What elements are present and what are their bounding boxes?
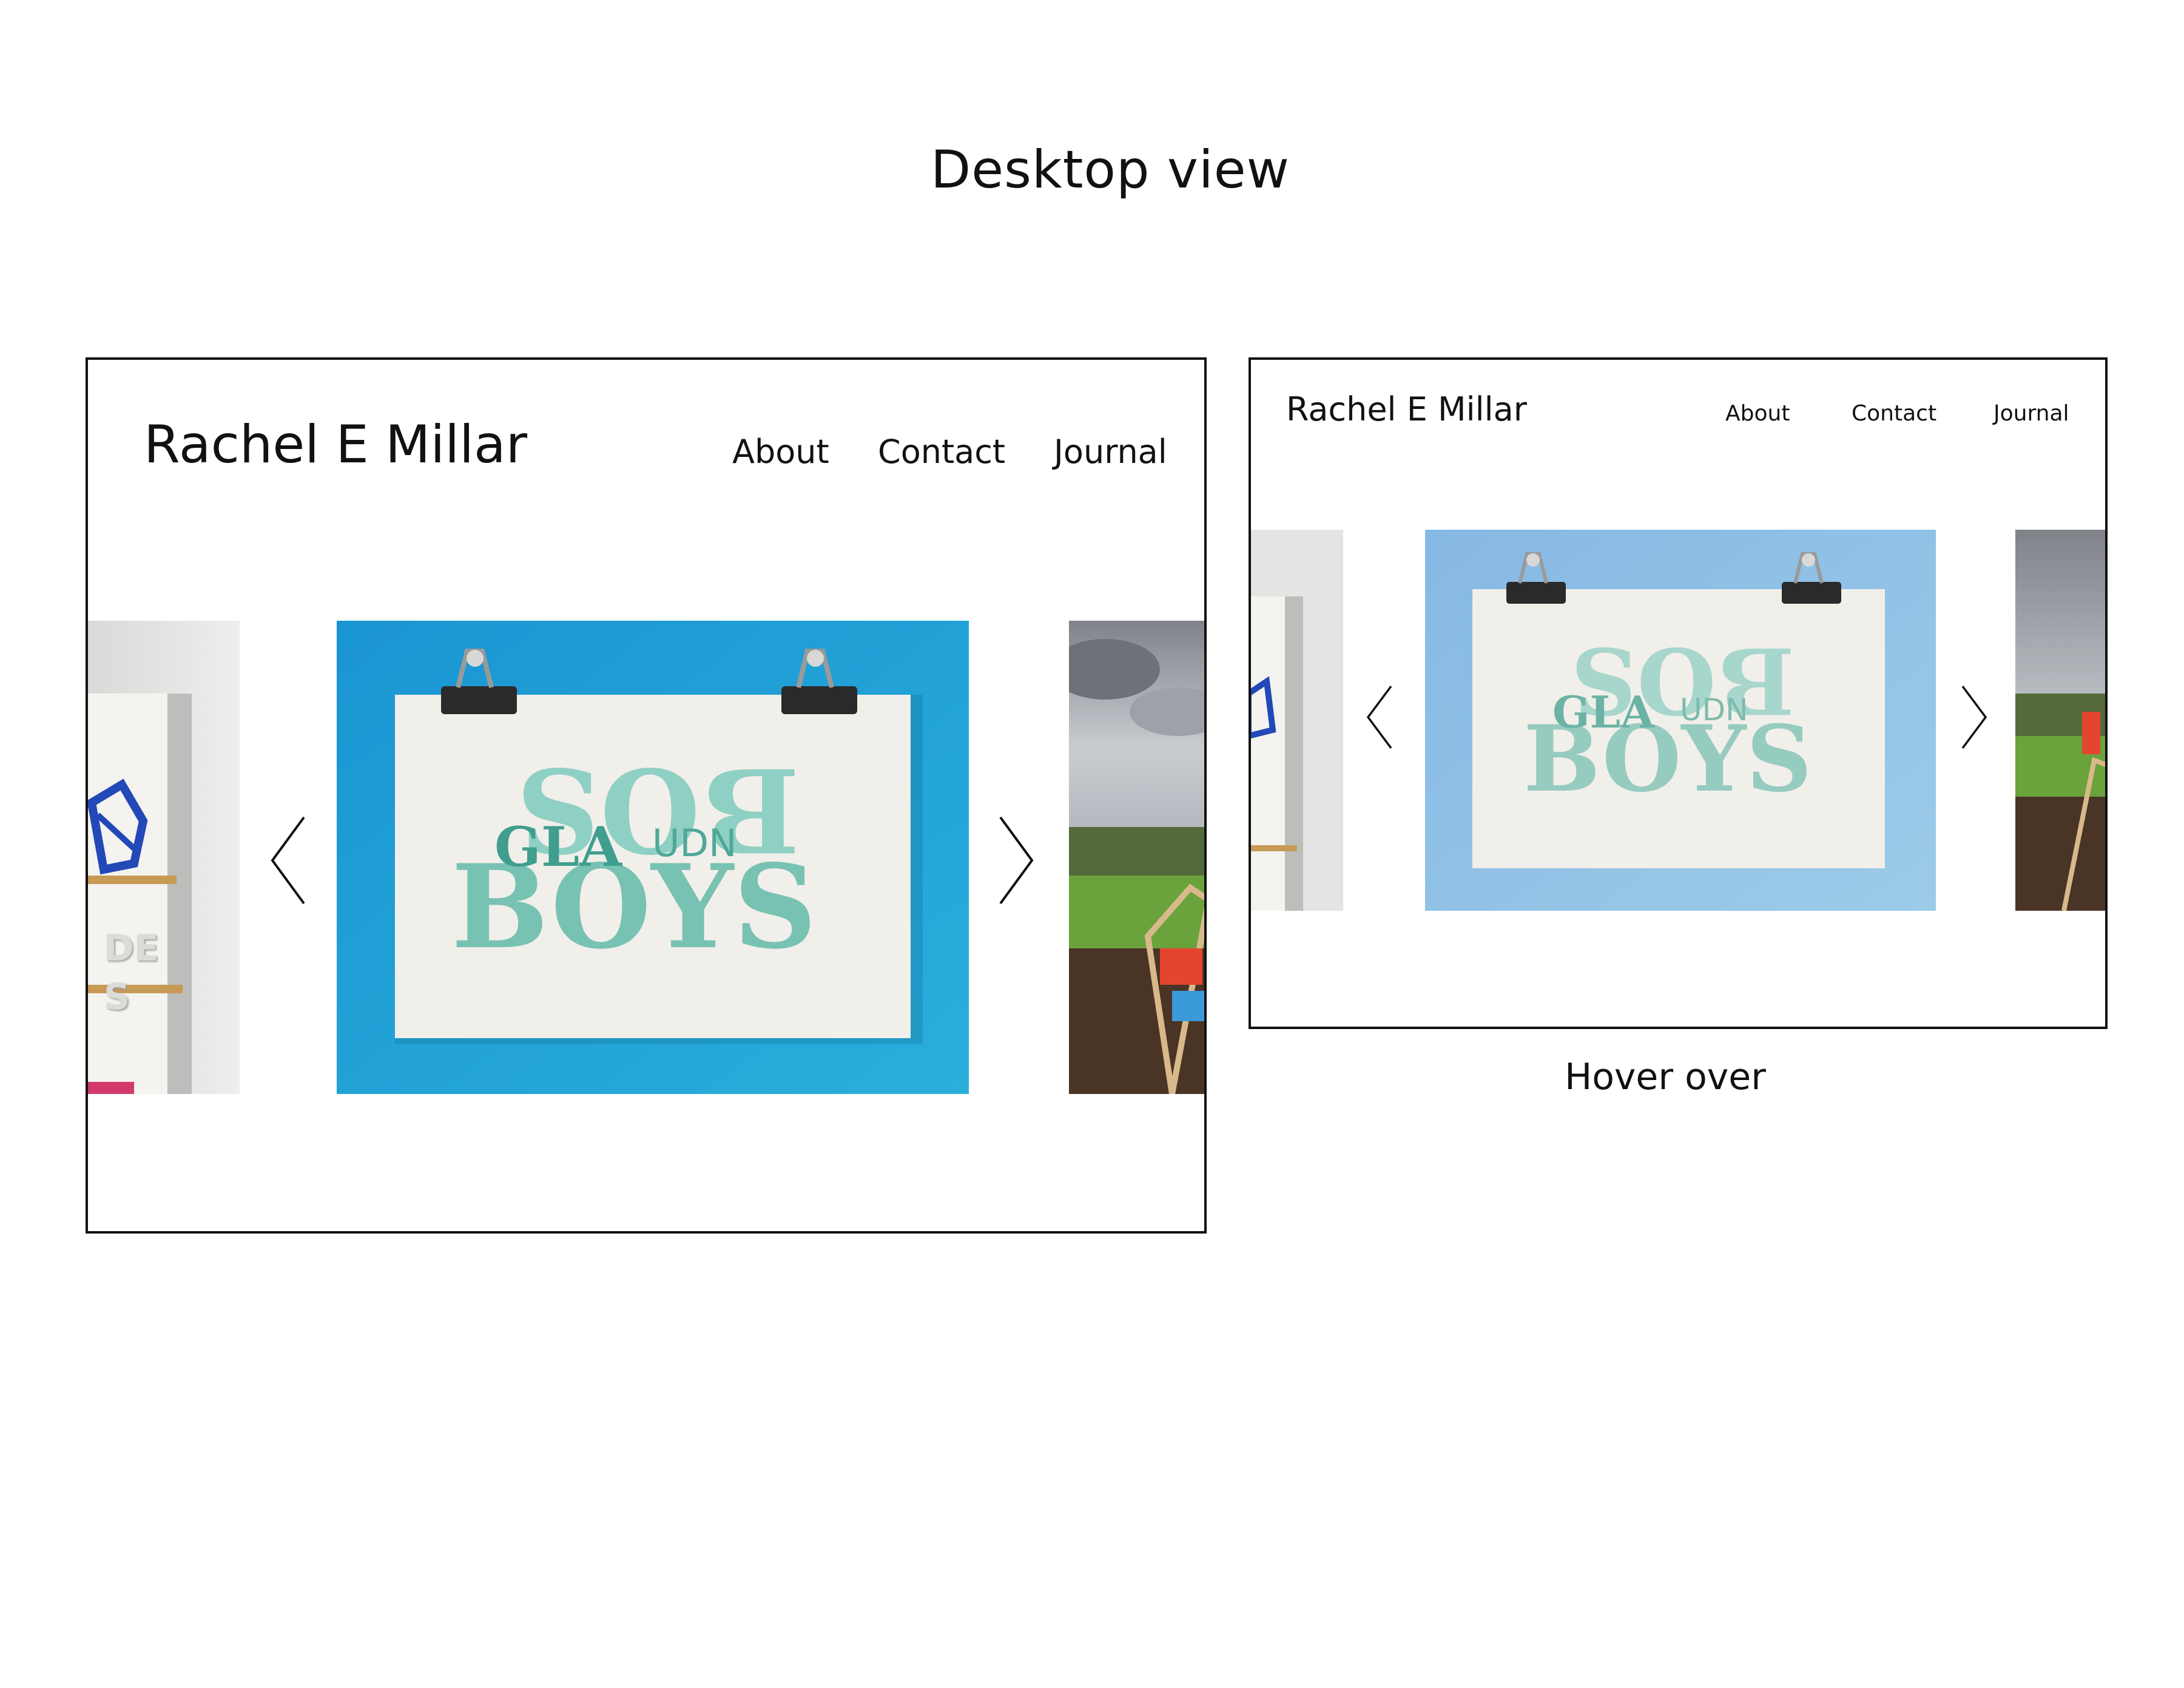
- carousel-current-slide-hover[interactable]: BOS BOYS GLA UDN: [1425, 530, 1936, 911]
- print-text-inner: GLA: [1552, 686, 1654, 738]
- chevron-left-icon[interactable]: [270, 815, 306, 906]
- chevron-right-icon[interactable]: [998, 815, 1034, 906]
- carousel-prev-slide[interactable]: [1251, 530, 1343, 911]
- carousel-next-slide[interactable]: [1069, 621, 1204, 1094]
- print-text-inner: GLA: [494, 815, 622, 879]
- carousel-next-slide[interactable]: [2015, 530, 2105, 911]
- nav-about-link[interactable]: About: [1725, 401, 1790, 426]
- prev-slide-letters: DE S: [104, 927, 159, 1018]
- chevron-right-icon[interactable]: [1961, 684, 1987, 750]
- nav-about-link[interactable]: About: [732, 433, 829, 471]
- site-brand[interactable]: Rachel E Millar: [144, 414, 527, 475]
- carousel-prev-slide[interactable]: DE S: [88, 621, 240, 1094]
- nav-contact-link[interactable]: Contact: [878, 433, 1005, 471]
- page-heading: Desktop view: [930, 140, 1290, 200]
- nav-contact-link[interactable]: Contact: [1852, 401, 1936, 426]
- carousel-current-slide[interactable]: BOS BOYS GLA UDN: [337, 621, 969, 1094]
- print-text-small: UDN: [1680, 692, 1748, 728]
- nav-journal-link[interactable]: Journal: [1054, 433, 1167, 471]
- print-text-small: UDN: [652, 821, 737, 865]
- site-brand[interactable]: Rachel E Millar: [1286, 390, 1527, 428]
- desktop-view-frame: Rachel E Millar About Contact Journal DE…: [86, 357, 1207, 1234]
- nav-journal-link[interactable]: Journal: [1994, 401, 2069, 426]
- chevron-left-icon[interactable]: [1366, 684, 1393, 750]
- hover-view-frame: Rachel E Millar About Contact Journal BO…: [1249, 357, 2108, 1029]
- hover-caption: Hover over: [1565, 1056, 1766, 1098]
